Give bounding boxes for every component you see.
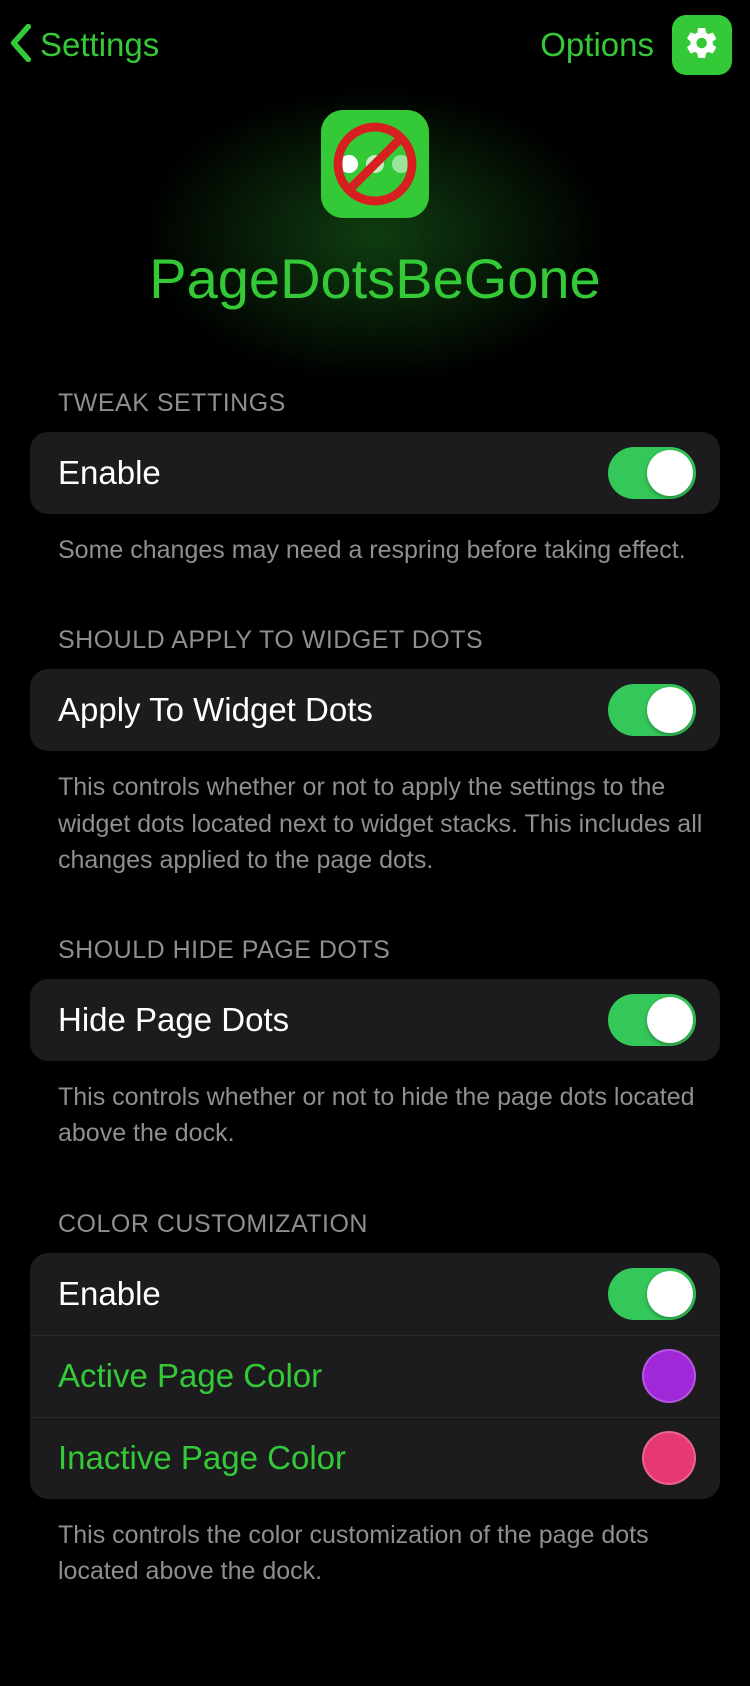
apply-widget-dots-toggle[interactable] (608, 684, 696, 736)
header-right: Options (540, 15, 732, 75)
hide-page-dots-toggle[interactable] (608, 994, 696, 1046)
cell-enable: Enable (30, 432, 720, 514)
cell-inactive-page-color[interactable]: Inactive Page Color (30, 1417, 720, 1499)
options-button[interactable]: Options (540, 26, 654, 64)
section-footer: Some changes may need a respring before … (58, 532, 716, 568)
settings-gear-button[interactable] (672, 15, 732, 75)
cell-label: Active Page Color (58, 1357, 322, 1395)
cell-label: Enable (58, 454, 161, 492)
cell-apply-widget-dots: Apply To Widget Dots (30, 669, 720, 751)
active-color-swatch[interactable] (642, 1349, 696, 1403)
chevron-left-icon (10, 24, 32, 67)
section-footer: This controls whether or not to hide the… (58, 1079, 716, 1152)
section-hide-page-dots: SHOULD HIDE PAGE DOTS Hide Page Dots Thi… (30, 936, 720, 1152)
section-header: SHOULD HIDE PAGE DOTS (58, 936, 720, 965)
hero: PageDotsBeGone (0, 100, 750, 341)
cell-label: Enable (58, 1275, 161, 1313)
inactive-color-swatch[interactable] (642, 1431, 696, 1485)
back-button[interactable]: Settings (10, 24, 159, 67)
section-tweak-settings: TWEAK SETTINGS Enable Some changes may n… (30, 389, 720, 568)
color-enable-toggle[interactable] (608, 1268, 696, 1320)
prohibit-icon (331, 120, 419, 208)
section-footer: This controls the color customization of… (58, 1517, 716, 1590)
section-color-customization: COLOR CUSTOMIZATION Enable Active Page C… (30, 1210, 720, 1590)
cell-color-enable: Enable (30, 1253, 720, 1335)
cell-label: Hide Page Dots (58, 1001, 289, 1039)
cell-active-page-color[interactable]: Active Page Color (30, 1335, 720, 1417)
enable-toggle[interactable] (608, 447, 696, 499)
gear-icon (684, 25, 720, 66)
section-widget-dots: SHOULD APPLY TO WIDGET DOTS Apply To Wid… (30, 626, 720, 878)
back-label: Settings (40, 26, 159, 64)
nav-bar: Settings Options (0, 0, 750, 90)
app-icon (321, 110, 429, 218)
section-footer: This controls whether or not to apply th… (58, 769, 716, 878)
cell-label: Apply To Widget Dots (58, 691, 373, 729)
cell-label: Inactive Page Color (58, 1439, 346, 1477)
section-header: SHOULD APPLY TO WIDGET DOTS (58, 626, 720, 655)
section-header: TWEAK SETTINGS (58, 389, 720, 418)
section-header: COLOR CUSTOMIZATION (58, 1210, 720, 1239)
app-title: PageDotsBeGone (0, 246, 750, 311)
cell-hide-page-dots: Hide Page Dots (30, 979, 720, 1061)
